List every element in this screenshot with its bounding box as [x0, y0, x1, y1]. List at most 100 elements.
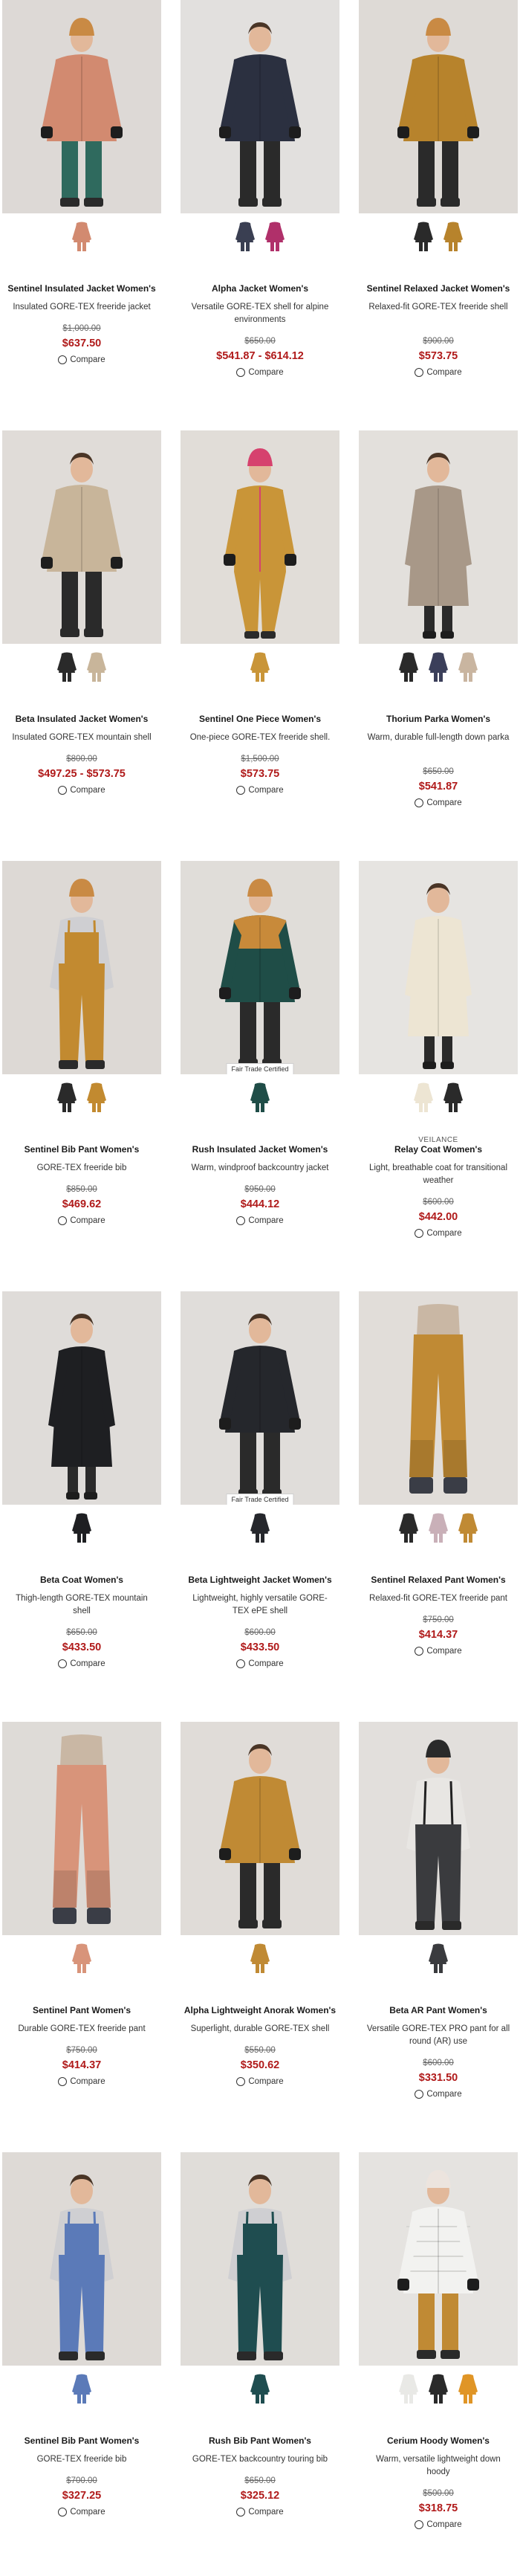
compare-radio-icon[interactable]	[415, 2520, 424, 2529]
color-swatch[interactable]	[397, 1511, 420, 1544]
product-image[interactable]	[2, 2152, 161, 2366]
compare-radio-icon[interactable]	[58, 2508, 68, 2517]
product-image[interactable]	[181, 430, 339, 644]
product-card[interactable]: Sentinel Bib Pant Women's GORE-TEX freer…	[2, 861, 161, 1285]
product-card[interactable]: Sentinel One Piece Women's One-piece GOR…	[181, 430, 339, 854]
color-swatch[interactable]	[442, 1081, 464, 1114]
color-swatch[interactable]	[56, 1081, 78, 1114]
compare-toggle[interactable]: Compare	[359, 798, 518, 807]
product-card[interactable]: VEILANCE Relay Coat Women's Light, breat…	[359, 861, 518, 1285]
product-card[interactable]: Sentinel Relaxed Pant Women's Relaxed-fi…	[359, 1291, 518, 1715]
color-swatch[interactable]	[427, 2372, 449, 2405]
product-card[interactable]: Sentinel Relaxed Jacket Women's Relaxed-…	[359, 0, 518, 424]
color-swatch[interactable]	[427, 1511, 449, 1544]
compare-toggle[interactable]: Compare	[181, 1216, 339, 1225]
color-swatch[interactable]	[71, 1942, 93, 1975]
product-image[interactable]	[181, 0, 339, 213]
color-swatch[interactable]	[457, 651, 479, 683]
product-image[interactable]	[359, 430, 518, 644]
product-card[interactable]: Beta AR Pant Women's Versatile GORE-TEX …	[359, 1722, 518, 2146]
product-image[interactable]	[359, 1722, 518, 1935]
compare-radio-icon[interactable]	[58, 355, 68, 364]
color-swatch[interactable]	[234, 220, 256, 253]
compare-radio-icon[interactable]	[58, 786, 68, 795]
product-name[interactable]: Sentinel Pant Women's	[2, 2005, 161, 2015]
color-swatch[interactable]	[71, 220, 93, 253]
product-card[interactable]: Sentinel Pant Women's Durable GORE-TEX f…	[2, 1722, 161, 2146]
compare-radio-icon[interactable]	[58, 1659, 68, 1668]
compare-toggle[interactable]: Compare	[359, 1229, 518, 1238]
product-name[interactable]: Sentinel Relaxed Pant Women's	[359, 1575, 518, 1585]
compare-toggle[interactable]: Compare	[2, 2508, 161, 2517]
product-image[interactable]	[359, 2152, 518, 2366]
compare-toggle[interactable]: Compare	[2, 355, 161, 364]
product-name[interactable]: Thorium Parka Women's	[359, 714, 518, 724]
color-swatch[interactable]	[249, 651, 271, 683]
color-swatch[interactable]	[56, 651, 78, 683]
product-image[interactable]	[2, 0, 161, 213]
product-image[interactable]	[2, 430, 161, 644]
compare-radio-icon[interactable]	[415, 798, 424, 807]
color-swatch[interactable]	[85, 651, 108, 683]
product-name[interactable]: Alpha Lightweight Anorak Women's	[181, 2005, 339, 2015]
color-swatch[interactable]	[71, 1511, 93, 1544]
product-name[interactable]: Beta Coat Women's	[2, 1575, 161, 1585]
product-card[interactable]: Cerium Hoody Women's Warm, versatile lig…	[359, 2152, 518, 2576]
compare-radio-icon[interactable]	[236, 2077, 246, 2086]
product-image[interactable]	[359, 0, 518, 213]
compare-radio-icon[interactable]	[236, 1216, 246, 1225]
compare-radio-icon[interactable]	[58, 1216, 68, 1225]
product-card[interactable]: Beta Insulated Jacket Women's Insulated …	[2, 430, 161, 854]
compare-toggle[interactable]: Compare	[181, 368, 339, 377]
color-swatch[interactable]	[264, 220, 286, 253]
product-card[interactable]: Thorium Parka Women's Warm, durable full…	[359, 430, 518, 854]
product-image[interactable]	[359, 861, 518, 1074]
compare-toggle[interactable]: Compare	[359, 2520, 518, 2529]
product-image[interactable]	[2, 861, 161, 1074]
product-card[interactable]: Sentinel Bib Pant Women's GORE-TEX freer…	[2, 2152, 161, 2576]
product-name[interactable]: Sentinel One Piece Women's	[181, 714, 339, 724]
compare-toggle[interactable]: Compare	[2, 786, 161, 795]
product-name[interactable]: Rush Insulated Jacket Women's	[181, 1144, 339, 1155]
product-card[interactable]: Beta Coat Women's Thigh-length GORE-TEX …	[2, 1291, 161, 1715]
product-name[interactable]: Sentinel Relaxed Jacket Women's	[359, 283, 518, 294]
color-swatch[interactable]	[397, 651, 420, 683]
compare-toggle[interactable]: Compare	[2, 1216, 161, 1225]
product-image[interactable]	[181, 2152, 339, 2366]
product-name[interactable]: Cerium Hoody Women's	[359, 2435, 518, 2446]
product-image[interactable]	[2, 1722, 161, 1935]
compare-radio-icon[interactable]	[236, 786, 246, 795]
product-image[interactable]	[181, 1722, 339, 1935]
compare-toggle[interactable]: Compare	[2, 2077, 161, 2086]
product-image[interactable]: Fair Trade Certified	[181, 1291, 339, 1505]
compare-toggle[interactable]: Compare	[181, 786, 339, 795]
product-name[interactable]: Alpha Jacket Women's	[181, 283, 339, 294]
color-swatch[interactable]	[397, 2372, 420, 2405]
compare-toggle[interactable]: Compare	[359, 2090, 518, 2099]
compare-radio-icon[interactable]	[415, 1229, 424, 1238]
color-swatch[interactable]	[442, 220, 464, 253]
compare-radio-icon[interactable]	[415, 368, 424, 377]
compare-radio-icon[interactable]	[236, 368, 246, 377]
product-card[interactable]: Sentinel Insulated Jacket Women's Insula…	[2, 0, 161, 424]
compare-toggle[interactable]: Compare	[2, 1659, 161, 1668]
product-card[interactable]: Fair Trade Certified Beta Lightweight Ja…	[181, 1291, 339, 1715]
color-swatch[interactable]	[71, 2372, 93, 2405]
compare-radio-icon[interactable]	[236, 2508, 246, 2517]
color-swatch[interactable]	[249, 1511, 271, 1544]
product-card[interactable]: Alpha Jacket Women's Versatile GORE-TEX …	[181, 0, 339, 424]
compare-toggle[interactable]: Compare	[181, 2077, 339, 2086]
product-name[interactable]: Sentinel Insulated Jacket Women's	[2, 283, 161, 294]
compare-toggle[interactable]: Compare	[181, 1659, 339, 1668]
product-name[interactable]: Rush Bib Pant Women's	[181, 2435, 339, 2446]
product-card[interactable]: Fair Trade Certified Rush Insulated Jack…	[181, 861, 339, 1285]
compare-toggle[interactable]: Compare	[359, 1647, 518, 1656]
product-card[interactable]: Alpha Lightweight Anorak Women's Superli…	[181, 1722, 339, 2146]
compare-toggle[interactable]: Compare	[181, 2508, 339, 2517]
color-swatch[interactable]	[457, 2372, 479, 2405]
color-swatch[interactable]	[249, 1942, 271, 1975]
color-swatch[interactable]	[85, 1081, 108, 1114]
product-name[interactable]: Beta Insulated Jacket Women's	[2, 714, 161, 724]
product-name[interactable]: Relay Coat Women's	[359, 1144, 518, 1155]
color-swatch[interactable]	[249, 2372, 271, 2405]
